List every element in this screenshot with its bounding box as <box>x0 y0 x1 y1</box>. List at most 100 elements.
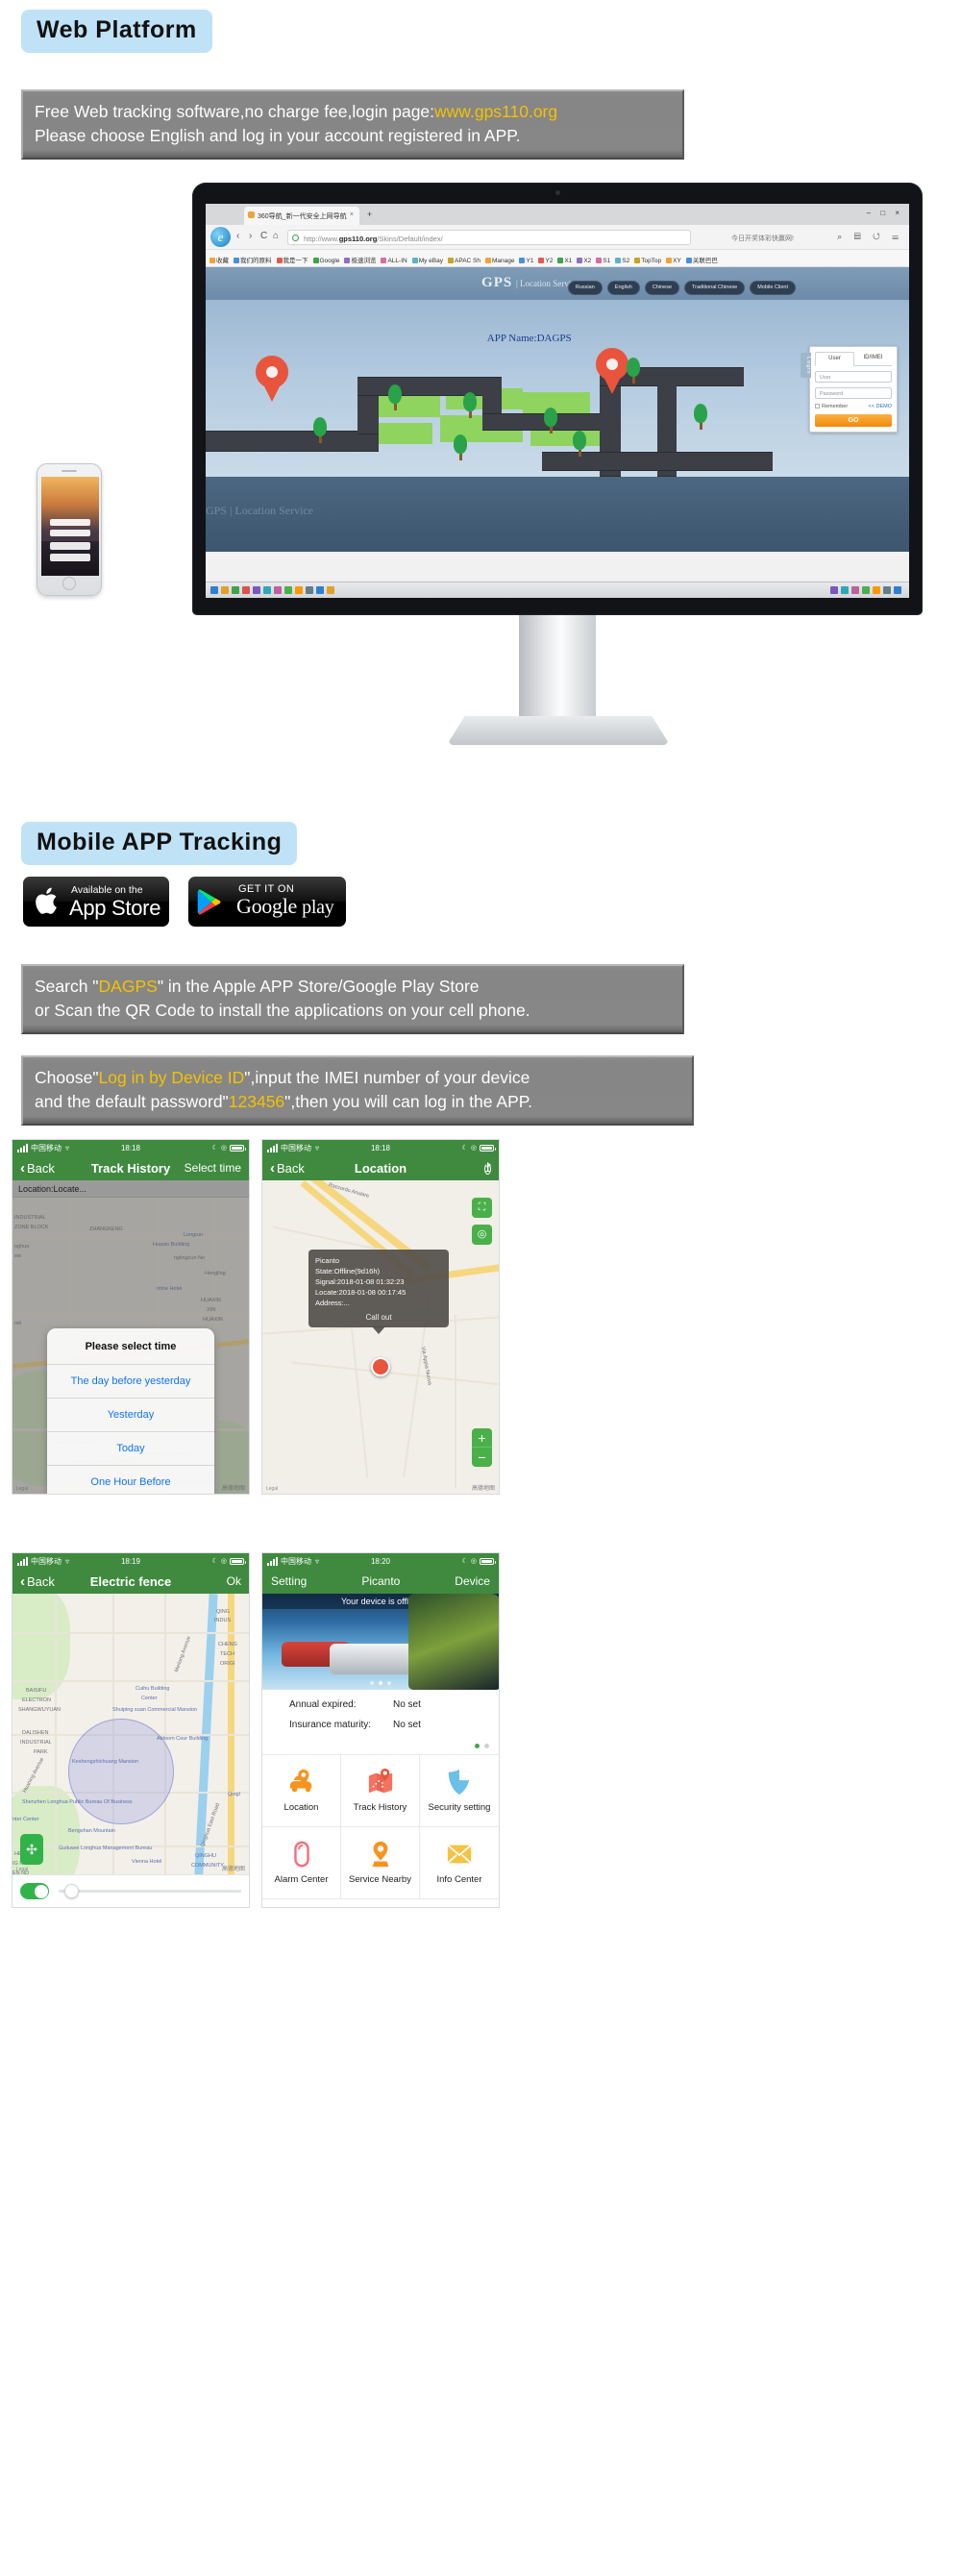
crosshair-icon[interactable]: ◎ <box>472 1225 492 1245</box>
back-button[interactable]: ‹ <box>236 231 239 241</box>
bookmark-item[interactable]: S1 <box>596 258 610 264</box>
reload-button[interactable]: C <box>260 231 267 241</box>
address-bar[interactable]: http://www.gps110.org/Skins/Default/inde… <box>287 230 691 245</box>
crosshair-locate-icon[interactable]: ✣ <box>20 1834 43 1865</box>
taskbar-icon[interactable] <box>232 586 239 594</box>
bookmark-item[interactable]: 关联巴巴 <box>685 255 718 264</box>
login-tab-user[interactable]: User <box>815 352 854 366</box>
setting-button[interactable]: Setting <box>271 1574 307 1588</box>
taskbar-icon[interactable] <box>210 586 218 594</box>
bookmark-item[interactable]: X2 <box>577 258 591 264</box>
login-demo-link[interactable]: << DEMO <box>869 404 892 409</box>
window-controls[interactable]: – □ × <box>867 209 903 217</box>
slider-knob[interactable] <box>64 1884 79 1898</box>
gps-login-panel[interactable]: Login User ID/IMEI User Password Remembe… <box>801 346 898 433</box>
grid-item-service-nearby[interactable]: Service Nearby <box>341 1827 420 1899</box>
dialog-option-today[interactable]: Today <box>47 1432 214 1466</box>
fence-radius-slider[interactable] <box>59 1884 241 1898</box>
login-user-input[interactable]: User <box>815 371 892 383</box>
device-button[interactable]: Device <box>455 1574 490 1588</box>
bookmark-item[interactable]: X1 <box>557 258 572 264</box>
back-button[interactable]: ‹ Back <box>20 1161 55 1176</box>
new-tab-button[interactable]: + <box>367 210 372 219</box>
fence-radius-slider-bar[interactable] <box>12 1874 249 1907</box>
taskbar-icon[interactable] <box>295 586 303 594</box>
browser-toolbar-icons[interactable]: ⌕ ▤ ↺ ☰ <box>837 232 903 242</box>
tray-icon[interactable] <box>830 586 838 594</box>
login-tab-strip[interactable]: User ID/IMEI <box>815 352 892 366</box>
language-button[interactable]: Chinese <box>644 281 680 295</box>
gps-language-buttons[interactable]: Russian English Chinese Traditional Chinese… <box>563 276 796 295</box>
tray-icon[interactable] <box>862 586 870 594</box>
google-play-badge[interactable]: GET IT ON Google play <box>188 877 346 927</box>
bookmark-item[interactable]: Manage <box>484 258 514 264</box>
ok-button[interactable]: Ok <box>227 1574 241 1588</box>
app-store-badge[interactable]: Available on the App Store <box>23 877 169 927</box>
back-button[interactable]: ‹ Back <box>20 1574 55 1589</box>
taskbar-icon[interactable] <box>284 586 292 594</box>
forward-button[interactable]: › <box>249 231 252 241</box>
remember-checkbox[interactable] <box>815 404 820 409</box>
bookmark-item[interactable]: 我们的原料 <box>234 255 272 264</box>
grid-item-location[interactable]: Location <box>262 1755 341 1827</box>
street-view-icon[interactable]: ⛶ <box>472 1198 492 1218</box>
dialog-option-one-hour-before[interactable]: One Hour Before <box>47 1466 214 1494</box>
login-password-input[interactable]: Password <box>815 387 892 399</box>
back-button[interactable]: ‹ Back <box>270 1161 305 1176</box>
hero-carousel-dots[interactable] <box>370 1681 391 1685</box>
login-tab-imei[interactable]: ID/IMEI <box>854 352 892 365</box>
bookmark-item[interactable]: 极速浏览 <box>344 255 376 264</box>
bookmark-item[interactable]: Google <box>312 258 339 264</box>
bookmarks-bar[interactable]: 收藏 我们的原料 我是一下 Google 极速浏览 ALL-IN My eBay APAC S… <box>206 250 909 267</box>
dialog-option-yesterday[interactable]: Yesterday <box>47 1399 214 1432</box>
bookmark-item[interactable]: APAC Sh <box>448 258 480 264</box>
taskbar-icon[interactable] <box>253 586 260 594</box>
login-remember[interactable]: Remember <box>815 404 848 409</box>
zoom-out-button[interactable]: − <box>472 1448 492 1467</box>
taskbar-icon[interactable] <box>306 586 313 594</box>
language-button[interactable]: Mobile Client <box>750 281 796 295</box>
dialog-option-day-before-yesterday[interactable]: The day before yesterday <box>47 1365 214 1399</box>
home-button[interactable]: ⌂ <box>273 231 279 241</box>
home-button-icon[interactable] <box>62 577 76 590</box>
tray-icon[interactable] <box>851 586 859 594</box>
bookmark-item[interactable]: 我是一下 <box>276 255 308 264</box>
tray-icon[interactable] <box>873 586 880 594</box>
language-button[interactable]: Russian <box>567 281 603 295</box>
browser-tab[interactable]: 360导航_新一代安全上网导航 × <box>244 207 359 225</box>
tray-icon[interactable] <box>883 586 891 594</box>
select-time-dialog[interactable]: Please select time The day before yester… <box>47 1328 214 1494</box>
bookmark-item[interactable]: XY <box>666 258 681 264</box>
select-time-button[interactable]: Select time <box>185 1161 241 1175</box>
map-canvas[interactable]: QING INDUS CHENG TECH ORIGI BAISIFU ELEC… <box>12 1594 249 1907</box>
tray-icon[interactable] <box>894 586 901 594</box>
taskbar-icon[interactable] <box>263 586 271 594</box>
fence-enable-toggle[interactable] <box>20 1883 49 1899</box>
windows-taskbar[interactable] <box>206 582 909 598</box>
tray-icon[interactable] <box>841 586 849 594</box>
device-info-bubble[interactable]: Picanto State:Offline(9d16h) Signal:2018… <box>308 1250 449 1334</box>
tab-close-icon[interactable]: × <box>350 211 354 218</box>
phone-login-button[interactable] <box>50 542 90 550</box>
grid-item-alarm-center[interactable]: Alarm Center <box>262 1827 341 1899</box>
zoom-in-button[interactable]: + <box>472 1428 492 1448</box>
taskbar-icon[interactable] <box>221 586 229 594</box>
language-button[interactable]: English <box>606 281 640 295</box>
phone-login-field[interactable] <box>50 519 90 526</box>
taskbar-icon[interactable] <box>274 586 282 594</box>
taskbar-icon[interactable] <box>242 586 250 594</box>
callout-web-link[interactable]: www.gps110.org <box>434 102 557 121</box>
login-side-tab[interactable]: Login <box>801 353 811 379</box>
phone-login-field[interactable] <box>50 530 90 536</box>
bookmark-item[interactable]: My eBay <box>411 258 443 264</box>
vehicle-marker-icon[interactable] <box>371 1357 390 1376</box>
grid-item-track-history[interactable]: Track History <box>341 1755 420 1827</box>
call-out-button[interactable]: Call out <box>315 1308 442 1324</box>
bookmark-item[interactable]: S2 <box>615 258 629 264</box>
grid-item-security-setting[interactable]: Security setting <box>420 1755 499 1827</box>
language-button[interactable]: Traditional Chinese <box>684 281 746 295</box>
map-canvas[interactable]: Raccordo Anulare Via Appia Nuova Picanto… <box>262 1180 499 1494</box>
bookmark-item[interactable]: Y2 <box>538 258 553 264</box>
taskbar-icon[interactable] <box>327 586 334 594</box>
zoom-controls[interactable]: + − <box>472 1428 492 1467</box>
